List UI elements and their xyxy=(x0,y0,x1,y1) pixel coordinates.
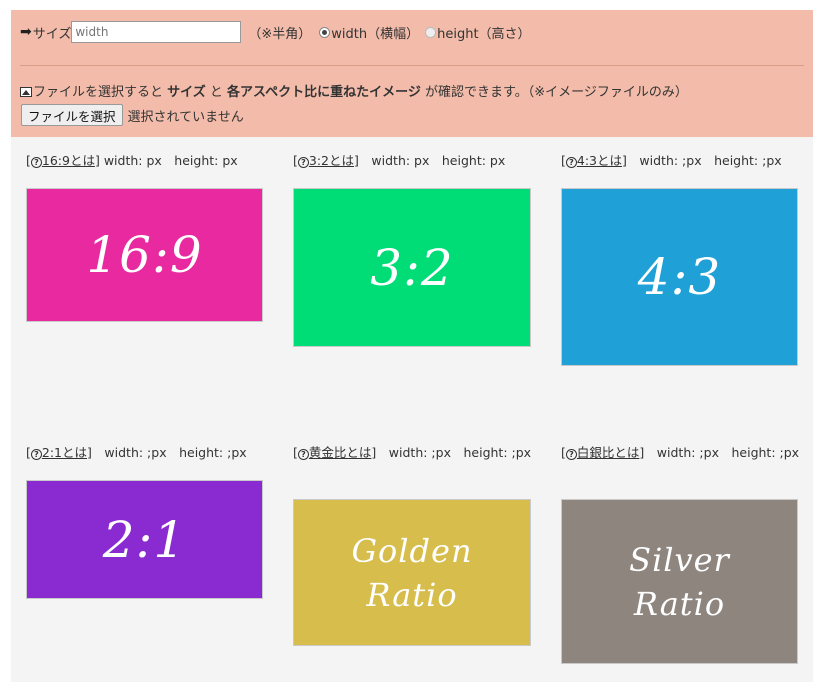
width-radio[interactable] xyxy=(319,26,331,38)
ratio-caption: [? 4:3とは] width: ;px height: ;px xyxy=(561,151,801,170)
ratio-box-golden: Golden Ratio xyxy=(293,499,531,646)
file-row: ファイルを選択 選択されていません xyxy=(21,104,244,126)
ratio-link-16-9[interactable]: 16:9とは xyxy=(42,153,95,168)
help-icon: ? xyxy=(30,449,42,460)
desc-text: ファイルを選択すると xyxy=(33,85,168,100)
ratio-link-3-2[interactable]: 3:2とは xyxy=(309,153,354,168)
ratio-caption: [? 2:1とは] width: ;px height: ;px xyxy=(26,443,266,462)
size-input[interactable] xyxy=(71,21,242,43)
help-icon: ? xyxy=(565,157,577,168)
ratio-label-line1: Silver xyxy=(629,540,730,579)
ratio-link-2-1[interactable]: 2:1とは xyxy=(42,445,87,460)
ratio-label: 2:1 xyxy=(102,510,187,569)
ratio-box-silver: Silver Ratio xyxy=(561,499,798,664)
file-description: ファイルを選択すると サイズ と 各アスペクト比に重ねたイメージ が確認できます… xyxy=(20,81,688,100)
desc-strong-size: サイズ xyxy=(167,85,206,100)
divider xyxy=(20,65,804,66)
ratio-label: 16:9 xyxy=(86,226,203,284)
size-label: サイズ xyxy=(32,26,72,42)
height-radio-label[interactable]: height（高さ） xyxy=(437,23,530,42)
help-icon: ? xyxy=(565,449,577,460)
ratio-link-4-3[interactable]: 4:3とは xyxy=(577,153,622,168)
desc-strong-aspect: 各アスペクト比に重ねたイメージ xyxy=(227,85,421,100)
ratio-link-golden[interactable]: 黄金比とは xyxy=(309,445,372,460)
height-radio[interactable] xyxy=(425,26,437,38)
ratio-label: 3:2 xyxy=(370,238,454,297)
ratio-label: Silver Ratio xyxy=(629,538,730,626)
size-info: width: ;px height: ;px xyxy=(376,445,532,460)
ratio-label: Golden Ratio xyxy=(351,529,472,617)
ratio-box-3-2: 3:2 xyxy=(293,188,531,347)
ratio-label-line2: Ratio xyxy=(633,584,726,623)
size-info: width: px height: px xyxy=(99,153,238,168)
ratio-label-line1: Golden xyxy=(351,531,473,570)
choose-file-button[interactable]: ファイルを選択 xyxy=(21,104,123,126)
ratio-caption: [? 16:9とは] width: px height: px xyxy=(26,151,266,170)
size-info: width: px height: px xyxy=(358,153,506,168)
file-status: 選択されていません xyxy=(127,109,244,125)
size-info: width: ;px height: ;px xyxy=(91,445,247,460)
ratio-label-line2: Ratio xyxy=(366,575,458,614)
ratio-box-16-9: 16:9 xyxy=(26,188,263,322)
width-radio-label[interactable]: width（横幅） xyxy=(331,23,419,42)
help-icon: ? xyxy=(297,157,309,168)
preview-grid: [? 16:9とは] width: px height: px 16:9 [? 3:… xyxy=(11,137,813,682)
size-info: width: ;px height: ;px xyxy=(644,445,800,460)
half-width-note: （※半角） xyxy=(248,26,312,42)
arrow-right-icon: ➡ xyxy=(20,24,32,40)
ratio-caption: [? 3:2とは] width: px height: px xyxy=(293,151,533,170)
help-icon: ? xyxy=(297,449,309,460)
ratio-box-2-1: 2:1 xyxy=(26,480,263,599)
ratio-box-4-3: 4:3 xyxy=(561,188,798,366)
ratio-link-silver[interactable]: 白銀比とは xyxy=(577,445,640,460)
image-icon xyxy=(20,87,32,97)
settings-panel: ➡ サイズ （※半角） width（横幅） height（高さ） ファイルを選択… xyxy=(11,10,813,137)
size-info: width: ;px height: ;px xyxy=(626,153,782,168)
ratio-caption: [? 黄金比とは] width: ;px height: ;px xyxy=(293,443,533,462)
ratio-label: 4:3 xyxy=(637,248,722,306)
size-row: ➡ サイズ （※半角） width（横幅） height（高さ） xyxy=(20,19,535,45)
desc-text-after: が確認できます。（※イメージファイルのみ） xyxy=(420,85,688,100)
desc-text-and: と xyxy=(205,85,228,100)
ratio-caption: [? 白銀比とは] width: ;px height: ;px xyxy=(561,443,801,462)
help-icon: ? xyxy=(30,157,42,168)
